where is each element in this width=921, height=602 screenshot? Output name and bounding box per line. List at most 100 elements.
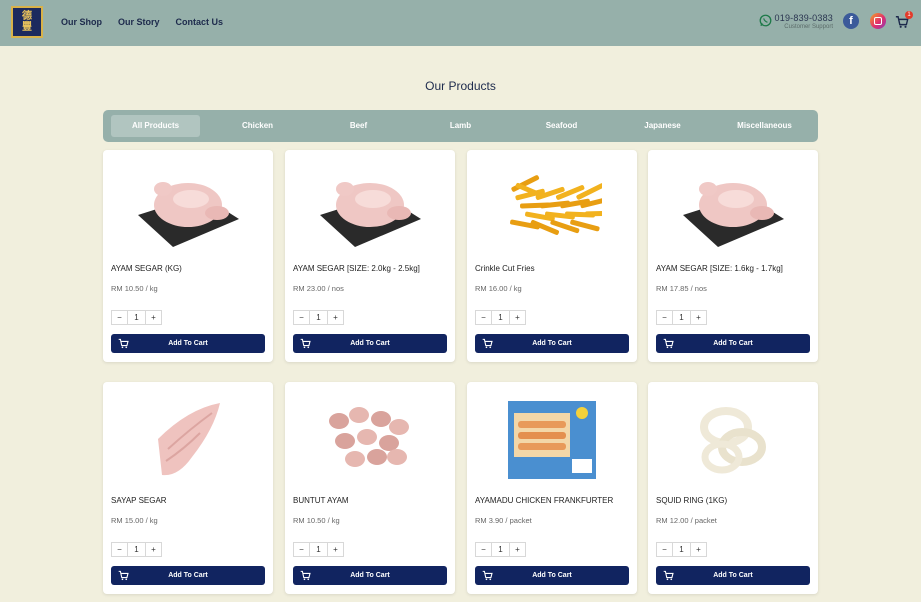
page-title: Our Products [425,79,496,93]
tab-beef[interactable]: Beef [314,115,403,137]
tab-lamb[interactable]: Lamb [416,115,505,137]
add-to-cart-label: Add To Cart [350,340,390,347]
product-name[interactable]: BUNTUT AYAM [293,496,451,505]
qty-value[interactable]: 1 [491,542,510,557]
quantity-stepper: − 1 + [111,310,162,325]
product-name[interactable]: SAYAP SEGAR [111,496,269,505]
logo-char-2: 豐 [22,22,32,33]
product-image[interactable] [300,392,440,487]
product-price: RM 12.00 / packet [656,516,717,525]
decrease-qty-button[interactable]: − [293,542,310,557]
product-image[interactable] [663,160,803,255]
decrease-qty-button[interactable]: − [475,310,492,325]
support-phone: 019-839-0383 [774,13,833,23]
add-to-cart-label: Add To Cart [713,340,753,347]
product-image[interactable] [118,160,258,255]
add-to-cart-button[interactable]: Add To Cart [656,566,810,585]
quantity-stepper: − 1 + [475,310,526,325]
increase-qty-button[interactable]: + [509,310,526,325]
product-card[interactable]: AYAM SEGAR [SIZE: 1.6kg - 1.7kg] RM 17.8… [648,150,818,362]
increase-qty-button[interactable]: + [509,542,526,557]
category-tabs: All Products Chicken Beef Lamb Seafood J… [103,110,818,142]
product-image[interactable] [300,160,440,255]
add-to-cart-label: Add To Cart [168,340,208,347]
increase-qty-button[interactable]: + [327,310,344,325]
tab-chicken[interactable]: Chicken [213,115,302,137]
increase-qty-button[interactable]: + [145,542,162,557]
tab-japanese[interactable]: Japanese [618,115,707,137]
product-name[interactable]: SQUID RING (1KG) [656,496,814,505]
product-photo [158,402,220,475]
nav-our-story[interactable]: Our Story [118,17,160,27]
tab-miscellaneous[interactable]: Miscellaneous [720,115,809,137]
product-card[interactable]: BUNTUT AYAM RM 10.50 / kg − 1 + Add To C… [285,382,455,594]
facebook-icon[interactable]: f [843,13,859,29]
qty-value[interactable]: 1 [309,542,328,557]
decrease-qty-button[interactable]: − [656,310,673,325]
product-name[interactable]: AYAM SEGAR [SIZE: 2.0kg - 2.5kg] [293,264,451,273]
product-card[interactable]: AYAMADU CHICKEN FRANKFURTER RM 3.90 / pa… [467,382,637,594]
add-to-cart-label: Add To Cart [168,572,208,579]
product-card[interactable]: Crinkle Cut Fries RM 16.00 / kg − 1 + Ad… [467,150,637,362]
product-price: RM 3.90 / packet [475,516,532,525]
add-to-cart-button[interactable]: Add To Cart [293,334,447,353]
add-to-cart-button[interactable]: Add To Cart [656,334,810,353]
tab-all-products[interactable]: All Products [111,115,200,137]
decrease-qty-button[interactable]: − [111,310,128,325]
increase-qty-button[interactable]: + [690,310,707,325]
product-price: RM 23.00 / nos [293,284,344,293]
nav-contact-us[interactable]: Contact Us [176,17,224,27]
product-photo [329,406,409,467]
product-image[interactable] [482,160,622,255]
support-label: Customer Support [784,24,833,30]
quantity-stepper: − 1 + [293,310,344,325]
qty-value[interactable]: 1 [672,310,691,325]
product-photo [510,174,602,235]
qty-value[interactable]: 1 [127,310,146,325]
decrease-qty-button[interactable]: − [656,542,673,557]
increase-qty-button[interactable]: + [690,542,707,557]
product-price: RM 17.85 / nos [656,284,707,293]
decrease-qty-button[interactable]: − [293,310,310,325]
product-price: RM 10.50 / kg [293,516,340,525]
product-image[interactable] [118,392,258,487]
product-photo [700,406,766,473]
logo-char-1: 德 [22,11,32,22]
product-card[interactable]: SAYAP SEGAR RM 15.00 / kg − 1 + Add To C… [103,382,273,594]
customer-support[interactable]: 019-839-0383 Customer Support [775,13,833,30]
product-name[interactable]: AYAM SEGAR (KG) [111,264,269,273]
add-to-cart-button[interactable]: Add To Cart [111,566,265,585]
product-card[interactable]: AYAM SEGAR [SIZE: 2.0kg - 2.5kg] RM 23.0… [285,150,455,362]
nav-our-shop[interactable]: Our Shop [61,17,102,27]
add-to-cart-button[interactable]: Add To Cart [475,334,629,353]
qty-value[interactable]: 1 [309,310,328,325]
main-nav: Our Shop Our Story Contact Us [61,17,223,27]
product-price: RM 15.00 / kg [111,516,158,525]
product-image[interactable] [482,392,622,487]
product-photo [138,181,239,247]
qty-value[interactable]: 1 [672,542,691,557]
product-name[interactable]: AYAMADU CHICKEN FRANKFURTER [475,496,633,505]
quantity-stepper: − 1 + [111,542,162,557]
tab-seafood[interactable]: Seafood [517,115,606,137]
qty-value[interactable]: 1 [491,310,510,325]
quantity-stepper: − 1 + [656,542,707,557]
decrease-qty-button[interactable]: − [111,542,128,557]
quantity-stepper: − 1 + [293,542,344,557]
product-card[interactable]: AYAM SEGAR (KG) RM 10.50 / kg − 1 + Add … [103,150,273,362]
instagram-icon[interactable] [870,13,886,29]
product-name[interactable]: AYAM SEGAR [SIZE: 1.6kg - 1.7kg] [656,264,814,273]
add-to-cart-button[interactable]: Add To Cart [111,334,265,353]
whatsapp-icon[interactable] [759,14,772,27]
add-to-cart-button[interactable]: Add To Cart [475,566,629,585]
product-price: RM 10.50 / kg [111,284,158,293]
product-image[interactable] [663,392,803,487]
product-name[interactable]: Crinkle Cut Fries [475,264,633,273]
decrease-qty-button[interactable]: − [475,542,492,557]
increase-qty-button[interactable]: + [145,310,162,325]
brand-logo[interactable]: 德 豐 [11,6,43,38]
add-to-cart-button[interactable]: Add To Cart [293,566,447,585]
increase-qty-button[interactable]: + [327,542,344,557]
qty-value[interactable]: 1 [127,542,146,557]
product-card[interactable]: SQUID RING (1KG) RM 12.00 / packet − 1 +… [648,382,818,594]
